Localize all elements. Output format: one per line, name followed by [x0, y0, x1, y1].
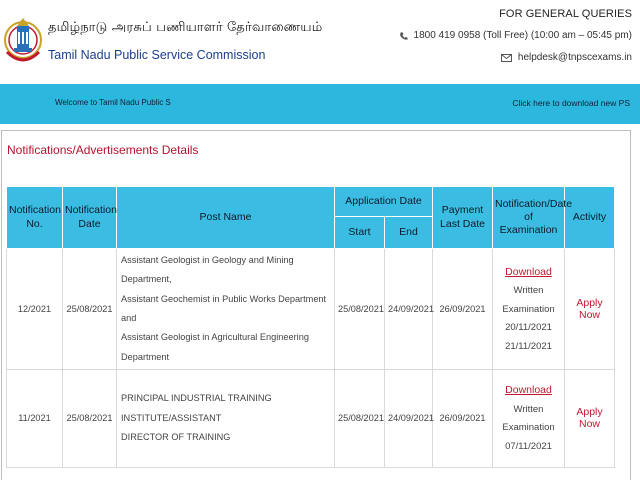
notification-date: 25/08/2021 — [62, 248, 117, 370]
header-start: Start — [334, 216, 385, 249]
download-notification-link[interactable]: Download — [496, 262, 561, 282]
exam-line: Written — [513, 403, 544, 415]
header-notification-no: Notification No. — [6, 186, 63, 249]
exam-line: 20/11/2021 — [505, 322, 552, 334]
brand-name-english: Tamil Nadu Public Service Commission — [48, 48, 266, 62]
header-post-name: Post Name — [116, 186, 335, 249]
header-application-date: Application Date — [334, 186, 433, 217]
activity-cell: Apply Now — [564, 248, 615, 370]
table-row: 11/2021 25/08/2021 PRINCIPAL INDUSTRIAL … — [6, 368, 615, 468]
apply-now-link[interactable]: Apply Now — [576, 297, 602, 321]
header-activity: Activity — [564, 186, 615, 249]
phone-number: 1800 419 0958 (Toll Free) (10:00 am – 05… — [413, 30, 632, 41]
general-queries-title: FOR GENERAL QUERIES — [499, 8, 632, 20]
exam-line: 21/11/2021 — [505, 340, 552, 352]
post-name: PRINCIPAL INDUSTRIAL TRAINING INSTITUTE/… — [116, 368, 335, 468]
header-notification-date: Notification Date — [62, 186, 117, 249]
phone-icon — [399, 31, 408, 40]
exam-line: Written — [513, 285, 544, 297]
email-contact: helpdesk@tnpscexams.in — [500, 52, 632, 63]
tnpsc-emblem-icon[interactable] — [3, 2, 43, 80]
post-name-line: Assistant Geologist in Geology and Minin… — [121, 255, 294, 285]
brand-name-tamil: தமிழ்நாடு அரசுப் பணியாளர் தேர்வாணையம் — [48, 20, 323, 35]
post-name-line: Department — [121, 351, 170, 362]
email-address[interactable]: helpdesk@tnpscexams.in — [518, 52, 632, 63]
exam-line: 07/11/2021 — [505, 440, 552, 452]
exam-line: Examination — [502, 422, 555, 434]
activity-cell: Apply Now — [564, 368, 615, 468]
header-payment-last-date: Payment Last Date — [432, 186, 493, 249]
application-start-date: 25/08/2021 — [334, 368, 385, 468]
payment-last-date: 26/09/2021 — [432, 248, 493, 370]
apply-now-link[interactable]: Apply Now — [576, 406, 602, 430]
ticker-welcome-text: Welcome to Tamil Nadu Public S — [55, 98, 171, 107]
application-start-date: 25/08/2021 — [334, 248, 385, 370]
table-row: 12/2021 25/08/2021 Assistant Geologist i… — [6, 248, 615, 370]
announcement-ticker: Welcome to Tamil Nadu Public S Click her… — [0, 84, 640, 124]
exam-line: Examination — [502, 303, 555, 315]
mail-icon — [500, 53, 512, 62]
ticker-download-link[interactable]: Click here to download new PS — [512, 98, 630, 108]
post-name-line: Assistant Geologist in Agricultural Engi… — [121, 332, 309, 343]
exam-details: Download Written Examination 20/11/2021 … — [492, 248, 565, 370]
post-name-line: DIRECTOR OF TRAINING — [121, 432, 231, 443]
application-end-date: 24/09/2021 — [384, 368, 434, 468]
header-exam-date: Notification/Date of Examination — [492, 186, 572, 249]
post-name-line: PRINCIPAL INDUSTRIAL TRAINING INSTITUTE/… — [121, 393, 272, 423]
post-name: Assistant Geologist in Geology and Minin… — [116, 248, 335, 370]
exam-details: Download Written Examination 07/11/2021 — [492, 368, 565, 468]
post-name-line: Assistant Geochemist in Public Works Dep… — [121, 293, 327, 323]
phone-contact: 1800 419 0958 (Toll Free) (10:00 am – 05… — [399, 30, 632, 41]
payment-last-date: 26/09/2021 — [432, 368, 493, 468]
notifications-table: Notification No. Notification Date Post … — [6, 186, 615, 468]
notification-no: 11/2021 — [6, 368, 63, 468]
download-notification-link[interactable]: Download — [496, 380, 561, 400]
site-header: தமிழ்நாடு அரசுப் பணியாளர் தேர்வாணையம் Ta… — [0, 0, 640, 82]
application-end-date: 24/09/2021 — [384, 248, 434, 370]
notification-date: 25/08/2021 — [62, 368, 117, 468]
notification-no: 12/2021 — [6, 248, 63, 370]
section-title: Notifications/Advertisements Details — [7, 143, 199, 157]
header-end: End — [384, 216, 433, 249]
